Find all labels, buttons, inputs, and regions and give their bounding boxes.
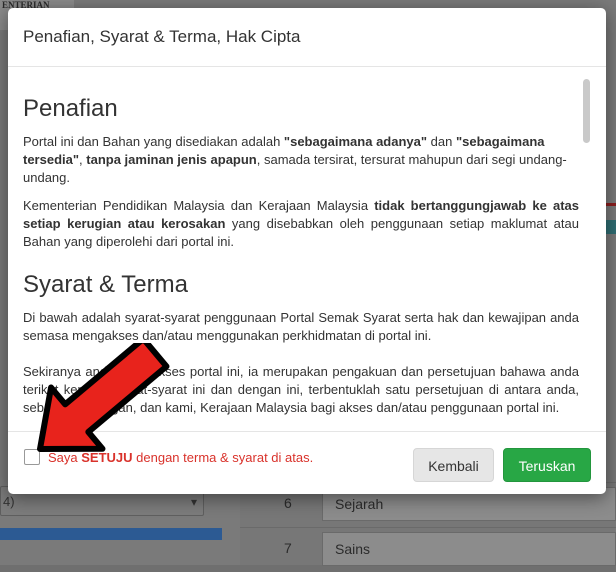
penafian-paragraph-2: Kementerian Pendidikan Malaysia dan Kera… bbox=[23, 198, 580, 249]
syarat-paragraph-1: Di bawah adalah syarat-syarat penggunaan… bbox=[23, 310, 579, 343]
modal-title: Penafian, Syarat & Terma, Hak Cipta bbox=[23, 27, 301, 46]
background-accent-block bbox=[606, 220, 616, 234]
scrollbar-thumb[interactable] bbox=[583, 79, 590, 143]
table-row: 7 Sains bbox=[240, 527, 616, 572]
penafian-heading: Penafian bbox=[23, 95, 118, 122]
background-panel-bar bbox=[0, 528, 222, 540]
continue-button[interactable]: Teruskan bbox=[503, 448, 591, 482]
modal-header: Penafian, Syarat & Terma, Hak Cipta bbox=[8, 8, 606, 67]
penafian-paragraph-1: Portal ini dan Bahan yang disediakan ada… bbox=[23, 134, 567, 185]
row-number: 6 bbox=[284, 495, 292, 511]
subject-field[interactable]: Sains bbox=[322, 532, 616, 566]
back-button[interactable]: Kembali bbox=[413, 448, 494, 482]
syarat-heading: Syarat & Terma bbox=[23, 271, 188, 298]
background-select-value: 4) bbox=[3, 494, 15, 509]
arrow-pointer-icon bbox=[37, 343, 170, 452]
row-number: 7 bbox=[284, 540, 292, 556]
background-accent-line bbox=[606, 203, 616, 206]
